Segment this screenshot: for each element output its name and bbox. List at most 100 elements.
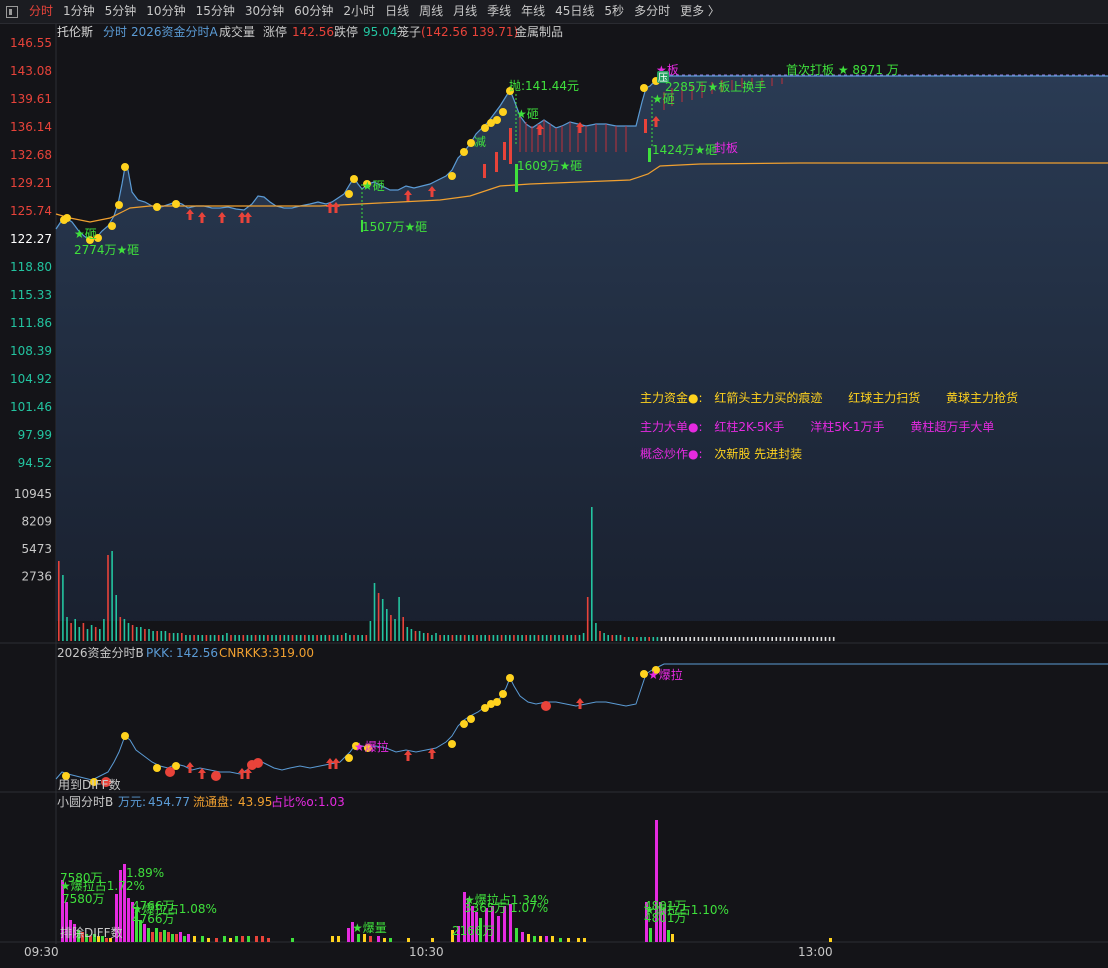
tab-14[interactable]: 5秒 [599,0,629,23]
volume-bar [595,623,597,641]
price-tick-11: 108.39 [10,344,52,358]
volume-bar [242,635,245,641]
panel-b-note2: ★爆拉 [648,667,683,682]
panel-c-bar [649,928,652,942]
tab-15[interactable]: 多分时 [629,0,675,23]
volume-bar [267,635,269,641]
tab-8[interactable]: 日线 [380,0,414,23]
volume-bar [422,633,425,641]
volume-bar [197,635,199,641]
legend-fund-item-3: 黄球主力抢货 [946,391,1019,405]
volume-bar [427,633,429,641]
stock-name: 托伦斯 [57,24,93,39]
volume-bar [435,633,437,641]
volume-bar [472,635,474,641]
panel-c-label-6: 4766万 [132,912,175,926]
volume-bar [148,629,150,641]
tab-16[interactable]: 更多 〉 [675,0,725,23]
volume-bar [439,635,441,641]
volume-bar [623,637,626,641]
volume-bar [463,635,466,641]
panel-c-bar [171,934,174,942]
volume-bar [455,635,458,641]
tab-9[interactable]: 周线 [414,0,448,23]
volume-bar [94,627,97,641]
volume-bar [796,637,798,641]
volume-bar [779,637,782,641]
tab-1[interactable]: 1分钟 [58,0,100,23]
panel-b-note3: 用到DIFF数 [58,777,121,792]
panel-b-line [55,663,1108,781]
volume-bar [181,633,183,641]
chart-svg[interactable]: 托伦斯 分时 2026资金分时A 成交量 涨停 142.56 跌停 95.04 … [0,24,1108,965]
volume-bar [185,635,187,641]
volume-bar [570,635,573,641]
volume-bar [476,635,478,641]
panel-c-bar [407,938,410,942]
volume-bar [349,635,351,641]
tab-10[interactable]: 月线 [448,0,482,23]
volume-bar [361,635,363,641]
tab-2[interactable]: 5分钟 [100,0,142,23]
panel-c-bar [363,934,366,942]
volume-bar [418,631,421,641]
sector-label: 金属制品 [515,24,563,39]
price-tick-3: 136.14 [10,120,52,134]
volume-bar [447,635,450,641]
ann-a11: 2285万★板上换手 [665,80,766,94]
volume-bar [377,593,380,641]
volume-bar [66,617,68,641]
volume-bar [550,635,552,641]
volume-bar [279,635,281,641]
panel-c-bar [229,938,232,942]
legend-fund-title: 主力资金●: [640,391,703,405]
period-toolbar: 分时 1分钟 5分钟 10分钟 15分钟 30分钟 60分钟 2小时 日线 周线 月线 季线 年线 45日… [0,0,1108,24]
mode-label: 分时 [103,25,127,39]
layout-icon[interactable] [6,5,18,18]
volume-bar [677,637,679,641]
panel-c-bar [247,936,250,942]
volume-bar [345,633,347,641]
volume-bar [312,635,314,641]
volume-bar [213,635,216,641]
legend-row-concept: 概念炒作●: 次新股 先进封装 [640,445,824,462]
tab-4[interactable]: 15分钟 [191,0,240,23]
tab-3[interactable]: 10分钟 [141,0,190,23]
volume-bar [443,635,445,641]
chart-area[interactable]: 托伦斯 分时 2026资金分时A 成交量 涨停 142.56 跌停 95.04 … [0,24,1108,965]
volume-bar [656,637,659,641]
legend-concept-value: 次新股 先进封装 [714,447,803,461]
volume-bar [328,635,331,641]
panel-c-unit: 454.77 [148,795,190,809]
tab-12[interactable]: 年线 [516,0,550,23]
volume-bar [537,635,540,641]
tab-0[interactable]: 分时 [24,0,58,23]
tab-7[interactable]: 2小时 [338,0,380,23]
volume-bar [406,627,409,641]
volume-bar [62,575,64,641]
volume-bar [459,635,462,641]
volume-bar [246,635,249,641]
panel-c-bar [179,932,182,942]
volume-bar [828,637,831,641]
panel-c-bar [155,928,158,942]
volume-bar [603,633,605,641]
tab-11[interactable]: 季线 [482,0,516,23]
volume-bar [746,637,749,641]
volume-bar [451,635,454,641]
panel-c-float: 43.95 [238,795,272,809]
tab-6[interactable]: 60分钟 [289,0,338,23]
volume-bar [82,623,85,641]
tab-13[interactable]: 45日线 [550,0,599,23]
price-tick-13: 101.46 [10,400,52,414]
panel-c-unit-label: 万元: [118,795,146,809]
volume-bar [591,507,593,641]
volume-tick-1: 8209 [21,515,52,529]
ann-a6: ★砸 [516,107,539,121]
ann-a15: 首次打板 ★ 8971 万 [786,63,899,77]
price-tick-10: 111.86 [10,316,52,330]
volume-bar [263,635,265,641]
volume-bar [291,635,294,641]
volume-bar [115,595,117,641]
tab-5[interactable]: 30分钟 [240,0,289,23]
